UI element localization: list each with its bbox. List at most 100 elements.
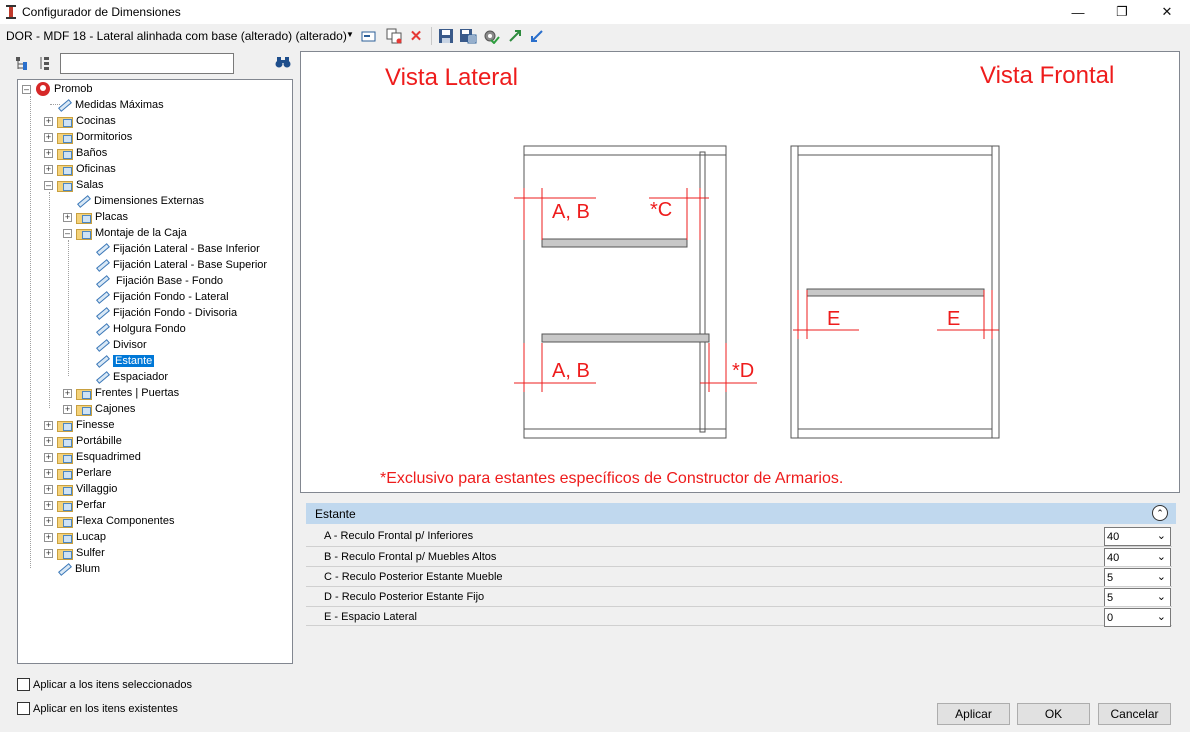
tree-node-holgura[interactable]: Holgura Fondo	[94, 321, 186, 337]
close-window-button[interactable]: ✕	[1144, 0, 1190, 24]
tree-node-esquadrimed[interactable]: + Esquadrimed	[44, 449, 141, 465]
collapse-icon[interactable]	[528, 27, 546, 45]
folder-icon	[57, 435, 73, 448]
tree-node-fij-fondo-div[interactable]: Fijación Fondo - Divisoria	[94, 305, 237, 321]
tree-node-villaggio[interactable]: + Villaggio	[44, 481, 117, 497]
tree-node-oficinas[interactable]: + Oficinas	[44, 161, 116, 177]
tree-label: Frentes | Puertas	[95, 387, 180, 399]
label-e-right: E	[947, 308, 961, 330]
folder-icon	[57, 515, 73, 528]
tag-icon	[94, 338, 110, 352]
config-combo[interactable]: DOR - MDF 18 - Lateral alinhada com base…	[6, 29, 347, 43]
tree-label: Blum	[75, 563, 101, 575]
tree-node-blum[interactable]: Blum	[56, 561, 100, 577]
restore-button[interactable]: ❐	[1099, 0, 1145, 24]
collapse-group-icon[interactable]: ⌃	[1152, 505, 1168, 521]
tree-node-espaciador[interactable]: Espaciador	[94, 369, 168, 385]
property-row[interactable]: B - Reculo Frontal p/ Muebles Altos 40 ⌄	[306, 546, 1172, 567]
rename-icon[interactable]	[360, 27, 378, 45]
tree-node-dormitorios[interactable]: + Dormitorios	[44, 129, 132, 145]
cabinet-diagram	[514, 145, 1000, 439]
tree-node-fij-fondo-lat[interactable]: Fijación Fondo - Lateral	[94, 289, 229, 305]
tree-node-placas[interactable]: + Placas	[63, 209, 128, 225]
tree-label: Placas	[95, 211, 129, 223]
property-name: C - Reculo Posterior Estante Mueble	[324, 571, 503, 583]
tree-node-dim-ext[interactable]: Dimensiones Externas	[75, 193, 204, 209]
property-value-select[interactable]: 5 ⌄	[1104, 588, 1171, 607]
tag-icon	[75, 194, 91, 208]
tag-icon	[94, 290, 110, 304]
binoculars-icon[interactable]	[275, 55, 291, 69]
tree-label: Fijación Fondo - Divisoria	[113, 307, 238, 319]
apply-selected-checkbox[interactable]: Aplicar a los itens seleccionados	[17, 678, 192, 691]
tree-node-finesse[interactable]: + Finesse	[44, 417, 115, 433]
tree-node-sulfer[interactable]: + Sulfer	[44, 545, 105, 561]
tree-node-fij-base-fondo[interactable]: Fijación Base - Fondo	[94, 273, 223, 289]
minimize-button[interactable]: —	[1055, 0, 1101, 24]
tree-node-promob[interactable]: – Promob	[22, 81, 93, 97]
property-row[interactable]: D - Reculo Posterior Estante Fijo 5 ⌄	[306, 586, 1172, 607]
checkbox-box[interactable]	[17, 678, 30, 691]
tree-label: Esquadrimed	[76, 451, 141, 463]
tree-node-portabille[interactable]: + Portábille	[44, 433, 122, 449]
tree-node-frentes[interactable]: + Frentes | Puertas	[63, 385, 179, 401]
close-icon: ✕	[1161, 4, 1173, 19]
save-icon[interactable]	[437, 27, 455, 45]
label-d: *D	[732, 360, 755, 382]
property-row[interactable]: E - Espacio Lateral 0 ⌄	[306, 606, 1172, 627]
folder-icon	[57, 451, 73, 464]
save-as-icon[interactable]	[459, 27, 477, 45]
label-e-left: E	[827, 308, 841, 330]
tree-node-cocinas[interactable]: + Cocinas	[44, 113, 116, 129]
settings-check-icon[interactable]	[482, 27, 500, 45]
property-value-select[interactable]: 40 ⌄	[1104, 548, 1171, 567]
tree-label: Dimensiones Externas	[94, 195, 205, 207]
property-value-select[interactable]: 5 ⌄	[1104, 568, 1171, 587]
tree-node-banos[interactable]: + Baños	[44, 145, 107, 161]
tree-node-perlare[interactable]: + Perlare	[44, 465, 111, 481]
tag-icon	[94, 274, 110, 288]
property-value: 0	[1107, 612, 1114, 624]
tree-label-selected: Estante	[113, 355, 155, 367]
tree-node-fij-lat-inf[interactable]: Fijación Lateral - Base Inferior	[94, 241, 260, 257]
apply-button[interactable]: Aplicar	[937, 703, 1010, 725]
tree-node-medidas[interactable]: Medidas Máximas	[56, 97, 164, 113]
category-tree[interactable]: – Promob Medidas Máximas + Cocinas + Dor…	[17, 79, 293, 664]
toolbar-separator	[431, 27, 432, 45]
tree-view-icon[interactable]	[14, 55, 30, 71]
expand-icon[interactable]	[506, 27, 524, 45]
folder-open-icon	[76, 227, 92, 240]
ok-button[interactable]: OK	[1017, 703, 1090, 725]
copy-icon[interactable]	[385, 27, 403, 45]
property-group-header[interactable]: Estante ⌃	[306, 503, 1176, 524]
tree-node-lucap[interactable]: + Lucap	[44, 529, 106, 545]
folder-icon	[57, 147, 73, 160]
tree-node-perfar[interactable]: + Perfar	[44, 497, 106, 513]
tree-node-flexa[interactable]: + Flexa Componentes	[44, 513, 174, 529]
tree-node-fij-lat-sup[interactable]: Fijación Lateral - Base Superior	[94, 257, 267, 273]
apply-existing-checkbox[interactable]: Aplicar en los itens existentes	[17, 702, 178, 715]
tree-label: Cajones	[95, 403, 136, 415]
property-value-select[interactable]: 0 ⌄	[1104, 608, 1171, 627]
property-value-select[interactable]: 40 ⌄	[1104, 527, 1171, 546]
tree-label: Baños	[76, 147, 108, 159]
cancel-button[interactable]: Cancelar	[1098, 703, 1171, 725]
tree-node-salas[interactable]: – Salas	[44, 177, 104, 193]
search-input[interactable]	[60, 53, 234, 74]
delete-icon[interactable]: ✕	[407, 27, 425, 45]
property-row[interactable]: C - Reculo Posterior Estante Mueble 5 ⌄	[306, 566, 1172, 587]
chevron-down-icon: ⌄	[1156, 551, 1166, 563]
config-combo-arrow[interactable]: ▼	[346, 30, 354, 39]
tree-node-divisor[interactable]: Divisor	[94, 337, 147, 353]
tag-icon	[94, 258, 110, 272]
tree-node-estante[interactable]: Estante	[94, 353, 155, 369]
tree-node-montaje[interactable]: – Montaje de la Caja	[63, 225, 187, 241]
checkbox-box[interactable]	[17, 702, 30, 715]
folder-icon	[57, 419, 73, 432]
tree-label: Lucap	[76, 531, 106, 543]
property-row[interactable]: A - Reculo Frontal p/ Inferiores 40 ⌄	[306, 526, 1172, 546]
tree-node-cajones[interactable]: + Cajones	[63, 401, 135, 417]
property-value: 40	[1107, 552, 1120, 564]
tree-label: Flexa Componentes	[76, 515, 175, 527]
list-view-icon[interactable]	[38, 55, 52, 71]
